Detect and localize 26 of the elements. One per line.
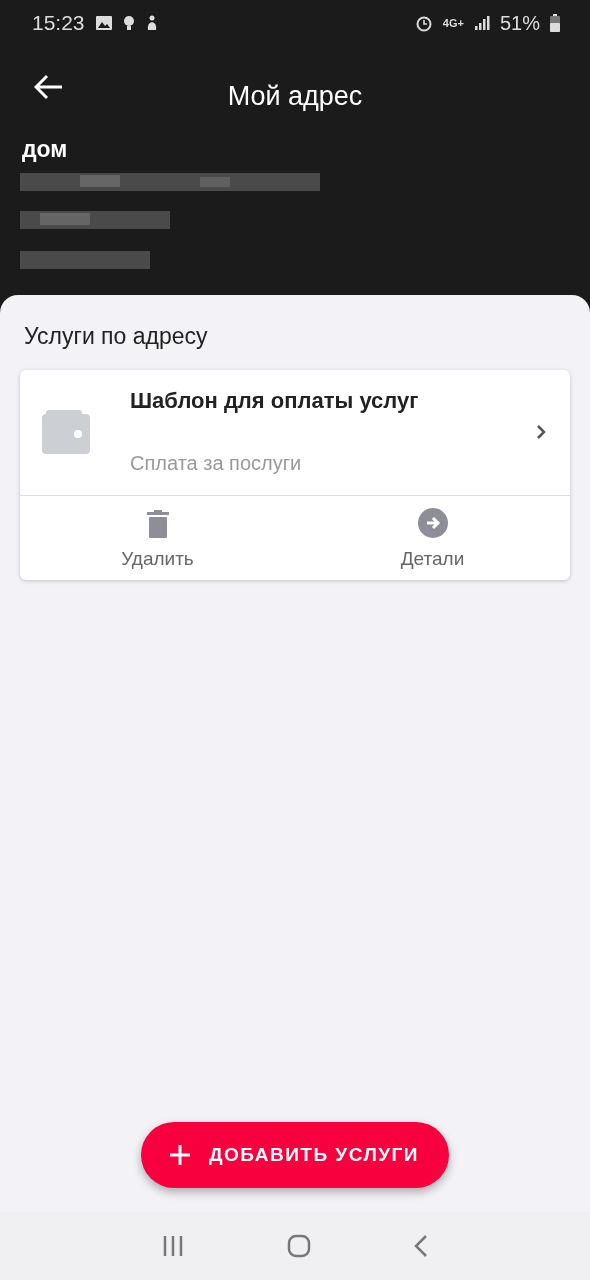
image-icon <box>94 15 113 31</box>
chevron-right-icon <box>536 423 546 440</box>
details-button[interactable]: Детали <box>295 496 570 580</box>
service-title: Шаблон для оплаты услуг <box>130 388 420 414</box>
network-type: 4G+ <box>442 17 464 29</box>
battery-icon <box>550 14 560 32</box>
signal-icon <box>473 15 490 31</box>
battery-percent: 51% <box>499 11 540 35</box>
trash-icon <box>146 510 169 538</box>
status-time: 15:23 <box>32 11 85 35</box>
alarm-icon <box>414 14 433 32</box>
add-services-button[interactable]: ДОБАВИТЬ УСЛУГИ <box>140 1122 449 1188</box>
address-label: дом <box>21 136 69 163</box>
home-icon[interactable] <box>287 1234 311 1258</box>
delete-button[interactable]: Удалить <box>20 496 295 580</box>
wallet-icon <box>42 409 90 454</box>
arrow-circle-icon <box>417 508 448 538</box>
service-subtitle: Сплата за послуги <box>130 452 303 475</box>
back-icon[interactable] <box>34 74 64 100</box>
page-title: Мой адрес <box>227 80 363 112</box>
recent-apps-icon[interactable] <box>161 1235 184 1257</box>
back-nav-icon[interactable] <box>414 1234 429 1258</box>
plus-icon <box>168 1144 191 1166</box>
service-row[interactable]: Шаблон для оплаты услуг Сплата за послуги <box>20 370 570 496</box>
section-title: Услуги по адресу <box>23 322 209 351</box>
lightbulb-icon <box>122 15 135 31</box>
